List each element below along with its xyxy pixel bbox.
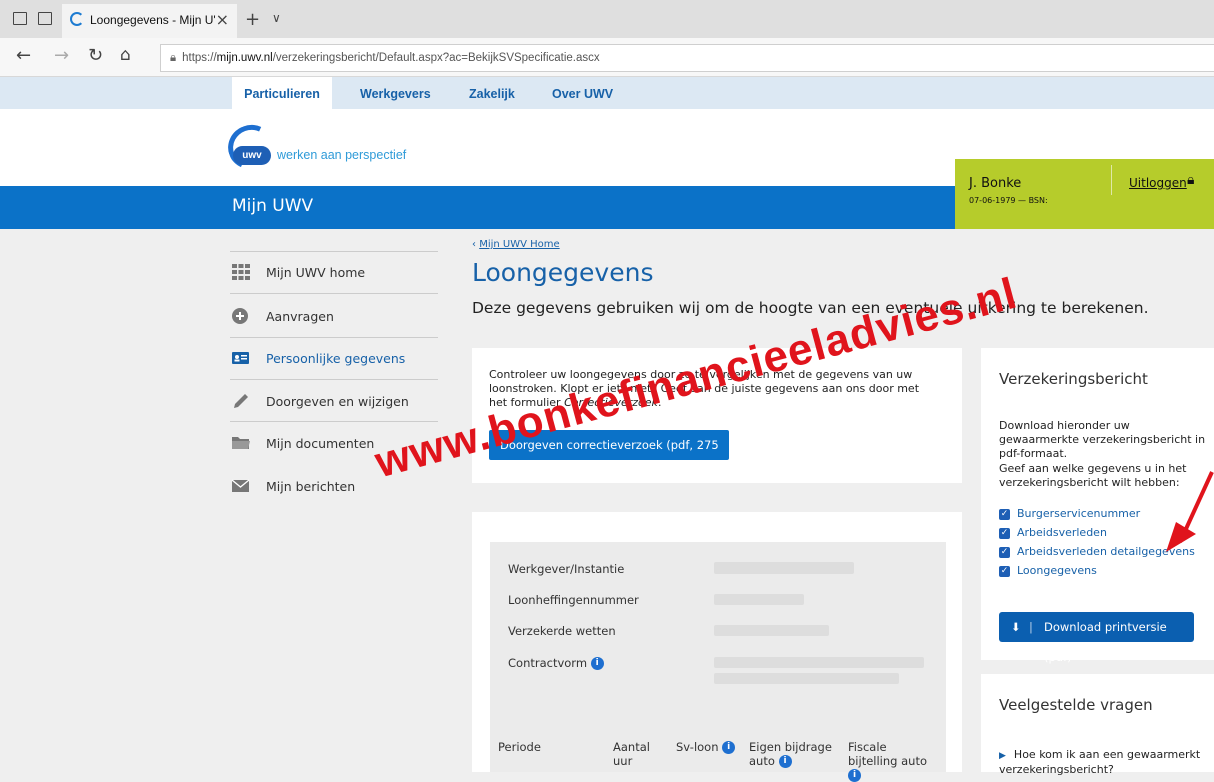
blurred-value [714,562,854,574]
url-input[interactable]: 🔒︎ https://mijn.uwv.nl/verzekeringsberich… [160,44,1214,72]
card-text: Download hieronder uw gewaarmerkte verze… [999,419,1206,460]
tab-aside-icon[interactable] [38,12,52,25]
page-title: Loongegevens [472,258,654,287]
checkmark-icon: ✓ [999,565,1010,577]
info-icon[interactable]: i [590,657,604,670]
nav-zakelijk[interactable]: Zakelijk [469,77,515,109]
page-section-title: Mijn UWV [232,196,314,216]
column-header: Eigen bijdrage auto i [749,740,832,768]
blurred-value [714,625,829,636]
divider [1111,165,1112,195]
nav-werkgevers[interactable]: Werkgevers [360,77,431,109]
tab-title: Loongegevens - Mijn U' [90,13,216,27]
page-intro: Deze gegevens gebruiken wij om de hoogte… [472,299,1149,317]
checkbox-burgerservicenummer[interactable]: ✓ Burgerservicenummer [999,507,1140,522]
checkmark-icon: ✓ [999,527,1010,539]
grid-icon [232,264,250,280]
sidebar-item-label: Doorgeven en wijzigen [266,394,409,409]
uwv-logo[interactable]: uwv [233,146,271,165]
padlock-icon: 🔒︎ [1187,172,1195,188]
card-title: Verzekeringsbericht [999,370,1148,388]
forward-arrow-icon[interactable]: → [54,45,69,66]
new-tab-icon[interactable]: + [245,9,260,30]
sidebar-item-label: Mijn berichten [266,479,356,494]
checkmark-icon: ✓ [999,508,1010,520]
breadcrumb[interactable]: ‹ Mijn UWV Home [472,239,560,250]
download-icon: ⬇︎ [1011,620,1021,634]
sidebar-item-label: Mijn UWV home [266,265,366,280]
blurred-value [714,657,924,668]
red-arrow-annotation [1166,471,1214,552]
user-birthdate-bsn: 07-06-1979 — BSN: [969,196,1048,205]
divider [230,293,438,294]
site-top-nav: Particulieren Werkgevers Zakelijk Over U… [0,77,1214,109]
divider [230,379,438,380]
sidebar-item-persoonlijke-gegevens[interactable]: Persoonlijke gegevens [230,338,438,378]
envelope-icon [231,478,250,494]
sidebar-item-label: Aanvragen [266,309,334,324]
address-bar-row: ← → ↻ ⌂ 🔒︎ https://mijn.uwv.nl/verzekerin… [0,38,1214,77]
field-label: Contractvorm i [508,656,604,670]
logout-link[interactable]: Uitloggen [1129,176,1187,190]
blurred-value [714,673,899,684]
tab-actions-icon[interactable] [13,12,27,25]
browser-tab[interactable]: Loongegevens - Mijn U' × [62,4,237,38]
column-header: Sv-loon i [676,740,736,754]
user-name: J. Bonke [969,176,1022,191]
column-header: Periode [498,740,541,754]
browser-tab-bar: Loongegevens - Mijn U' × + ∨ [0,0,1214,38]
tab-list-chevron-icon[interactable]: ∨ [272,11,281,25]
pencil-icon [232,393,250,409]
nav-over-uwv[interactable]: Over UWV [552,77,613,109]
field-label: Loonheffingennummer [508,593,639,607]
uwv-favicon-icon [70,12,84,26]
home-icon[interactable]: ⌂ [120,45,131,65]
field-label: Werkgever/Instantie [508,562,625,576]
faq-title: Veelgestelde vragen [999,696,1153,714]
column-header: Aantal uur [613,740,650,768]
info-icon[interactable]: i [848,769,861,782]
close-tab-icon[interactable]: × [216,10,229,29]
mijn-uwv-header-bar [0,186,955,229]
faq-item[interactable]: ▶ Hoe kom ik aan een gewaarmerkt verzeker… [999,748,1211,777]
checkbox-arbeidsverleden[interactable]: ✓ Arbeidsverleden [999,526,1107,541]
sidebar-item-aanvragen[interactable]: Aanvragen [230,296,438,336]
info-icon[interactable]: i [722,741,736,754]
divider [230,421,438,422]
column-header: Fiscale bijtelling auto i [848,740,927,782]
field-label: Verzekerde wetten [508,624,616,638]
info-icon[interactable]: i [778,755,792,768]
user-panel [955,159,1214,229]
back-arrow-icon[interactable]: ← [16,45,31,66]
nav-particulieren[interactable]: Particulieren [232,77,332,109]
refresh-icon[interactable]: ↻ [88,45,103,66]
sidebar-item-label: Persoonlijke gegevens [266,351,406,366]
folder-icon [232,435,250,451]
sidebar-item-label: Mijn documenten [266,436,375,451]
sidebar-item-home[interactable]: Mijn UWV home [230,252,438,292]
lock-icon: 🔒︎ [170,52,177,64]
logo-tagline: werken aan perspectief [277,148,407,162]
blurred-value [714,594,804,605]
checkmark-icon: ✓ [999,546,1010,558]
sidebar-item-doorgeven[interactable]: Doorgeven en wijzigen [230,381,438,421]
checkbox-loongegevens[interactable]: ✓ Loongegevens [999,564,1097,579]
id-card-icon [232,350,250,366]
plus-circle-icon [232,308,250,324]
download-pdf-button[interactable]: ⬇︎ | Download printversie (pdf) [999,612,1194,664]
